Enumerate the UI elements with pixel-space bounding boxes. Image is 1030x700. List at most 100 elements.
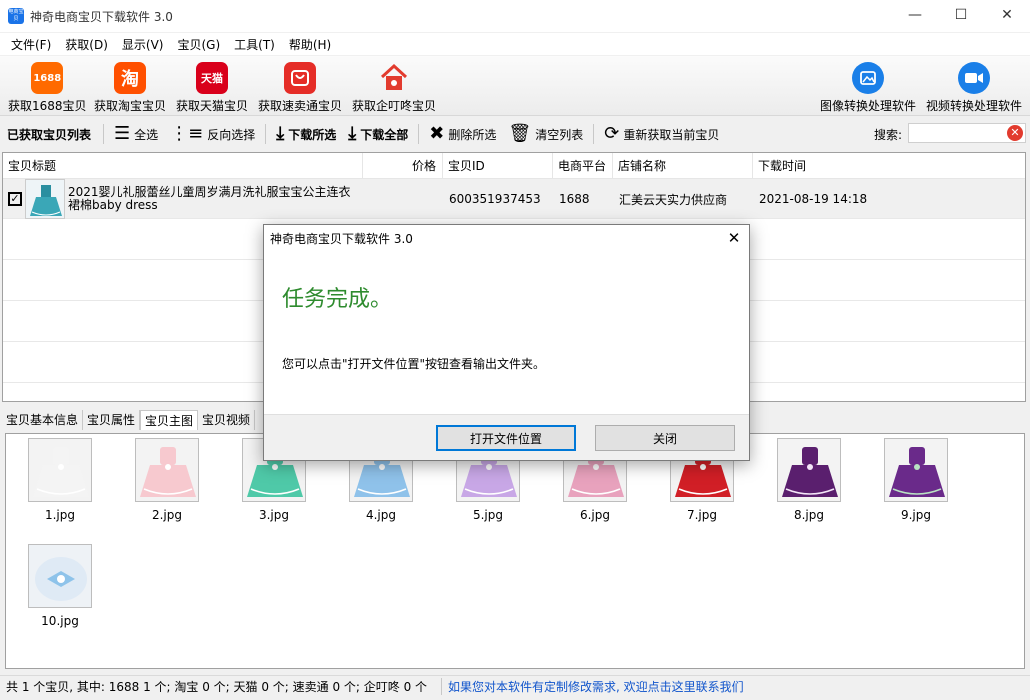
- menu-fetch[interactable]: 获取(D): [58, 36, 115, 53]
- image-filename: 7.jpg: [686, 508, 718, 522]
- download-all-label: 下载全部: [360, 127, 409, 142]
- image-filename: 5.jpg: [472, 508, 504, 522]
- search-clear-button[interactable]: ✕: [1007, 125, 1023, 141]
- dialog-heading: 任务完成。: [282, 287, 393, 312]
- fetch-taobao-label: 获取淘宝宝贝: [94, 99, 167, 113]
- image-filename: 8.jpg: [793, 508, 825, 522]
- tab-attributes[interactable]: 宝贝属性: [83, 410, 141, 430]
- fetch-aliexpress-button[interactable]: 获取速卖通宝贝: [258, 62, 342, 114]
- list-title: 已获取宝贝列表: [7, 127, 92, 142]
- tab-videos[interactable]: 宝贝视频: [198, 410, 256, 430]
- fetch-qidingdong-button[interactable]: 获取企叮咚宝贝: [352, 62, 436, 114]
- image-filename: 2.jpg: [151, 508, 183, 522]
- dialog-message: 您可以点击"打开文件位置"按钮查看输出文件夹。: [282, 357, 546, 371]
- delete-selected-button[interactable]: ✖ 删除所选: [423, 121, 502, 147]
- search-label: 搜索:: [874, 128, 903, 142]
- fetch-taobao-button[interactable]: 淘 获取淘宝宝贝: [94, 62, 166, 114]
- row-id: 600351937453: [449, 192, 541, 206]
- window-controls: — ☐ ✕: [892, 0, 1030, 30]
- invert-select-button[interactable]: ⋮≡ 反向选择: [164, 121, 261, 147]
- image-tool-label: 图像转换处理软件: [820, 99, 917, 113]
- video-tool-icon: [958, 62, 990, 94]
- main-images-panel: 1.jpg 2.jpg 3.jpg 4.jpg 5.jpg 6.jpg 7.jpg 8.jpg…: [5, 433, 1025, 669]
- image-filename: 3.jpg: [258, 508, 290, 522]
- toolbar-separator: [593, 124, 595, 144]
- row-title: 2021婴儿礼服蕾丝儿童周岁满月洗礼服宝宝公主连衣裙棉baby dress: [68, 185, 351, 212]
- video-tool-button[interactable]: 视频转换处理软件: [926, 62, 1022, 114]
- menu-help[interactable]: 帮助(H): [282, 36, 338, 53]
- image-item[interactable]: 2.jpg: [135, 438, 199, 522]
- window-title: 神奇电商宝贝下载软件 3.0: [30, 9, 173, 24]
- close-icon[interactable]: ✕: [984, 0, 1030, 30]
- row-platform: 1688: [559, 192, 590, 206]
- row-thumbnail: [25, 179, 65, 219]
- col-title[interactable]: 宝贝标题: [3, 153, 363, 179]
- table-header: 宝贝标题 价格 宝贝ID 电商平台 店铺名称 下载时间: [3, 153, 1025, 179]
- toolbar-separator: [265, 124, 267, 144]
- col-shop[interactable]: 店铺名称: [613, 153, 753, 179]
- menu-view[interactable]: 显示(V): [115, 36, 171, 53]
- x-icon: ✖: [429, 123, 445, 144]
- fetch-tmall-label: 获取天猫宝贝: [176, 99, 249, 113]
- fetch-aliexpress-label: 获取速卖通宝贝: [258, 99, 343, 113]
- select-all-button[interactable]: ☰ 全选: [108, 121, 164, 147]
- dialog-close-icon[interactable]: ✕: [719, 225, 749, 251]
- aliexpress-icon: [284, 62, 316, 94]
- list-toolbar: 已获取宝贝列表 ☰ 全选 ⋮≡ 反向选择 ⤓ 下载所选 ⤓ 下载全部 ✖ 删除所…: [0, 118, 1030, 150]
- image-filename: 6.jpg: [579, 508, 611, 522]
- status-summary: 共 1 个宝贝, 其中: 1688 1 个; 淘宝 0 个; 天猫 0 个; 速…: [6, 680, 428, 694]
- minimize-icon[interactable]: —: [892, 0, 938, 30]
- download-selected-label: 下载所选: [288, 127, 337, 142]
- image-thumbnail: [28, 544, 92, 608]
- menu-file[interactable]: 文件(F): [4, 36, 58, 53]
- app-window: 电商宝贝 神奇电商宝贝下载软件 3.0 — ☐ ✕ 文件(F) 获取(D) 显示…: [0, 0, 1030, 700]
- image-item[interactable]: 10.jpg: [28, 544, 92, 628]
- download-selected-button[interactable]: ⤓ 下载所选: [270, 121, 342, 147]
- image-tool-button[interactable]: 图像转换处理软件: [820, 62, 916, 114]
- image-filename: 1.jpg: [44, 508, 76, 522]
- col-price[interactable]: 价格: [363, 153, 443, 179]
- qidingdong-icon: [378, 62, 410, 94]
- title-bar: 电商宝贝 神奇电商宝贝下载软件 3.0 — ☐ ✕: [0, 0, 1030, 32]
- status-bar: 共 1 个宝贝, 其中: 1688 1 个; 淘宝 0 个; 天猫 0 个; 速…: [0, 675, 1030, 697]
- image-thumbnail: [28, 438, 92, 502]
- clear-list-button[interactable]: 🗑 清空列表: [502, 121, 589, 147]
- fetch-tmall-button[interactable]: 天猫 获取天猫宝贝: [176, 62, 248, 114]
- row-checkbox[interactable]: ✓: [8, 179, 22, 219]
- table-row[interactable]: ✓ 2021婴儿礼服蕾丝儿童周岁满月洗礼服宝宝公主连衣裙棉baby dress …: [3, 179, 1025, 219]
- col-time[interactable]: 下载时间: [753, 153, 1025, 179]
- select-all-label: 全选: [134, 127, 159, 142]
- app-icon: 电商宝贝: [8, 8, 24, 24]
- detail-tabs: 宝贝基本信息 宝贝属性 宝贝主图 宝贝视频: [2, 410, 256, 432]
- image-item[interactable]: 9.jpg: [884, 438, 948, 522]
- refresh-icon: ⟳: [604, 123, 620, 144]
- taobao-icon: 淘: [114, 62, 146, 94]
- download-icon: ⤓: [276, 123, 285, 144]
- maximize-icon[interactable]: ☐: [938, 0, 984, 30]
- image-filename: 4.jpg: [365, 508, 397, 522]
- fetch-qidingdong-label: 获取企叮咚宝贝: [352, 99, 437, 113]
- menu-goods[interactable]: 宝贝(G): [170, 36, 227, 53]
- video-tool-label: 视频转换处理软件: [926, 99, 1023, 113]
- tab-main-images[interactable]: 宝贝主图: [140, 410, 199, 430]
- col-platform[interactable]: 电商平台: [553, 153, 613, 179]
- refetch-button[interactable]: ⟳ 重新获取当前宝贝: [598, 121, 725, 147]
- source-toolbar: 1688 获取1688宝贝 淘 获取淘宝宝贝 天猫 获取天猫宝贝 获取速卖通宝贝…: [0, 56, 1030, 116]
- task-complete-dialog: 神奇电商宝贝下载软件 3.0 ✕ 任务完成。 您可以点击"打开文件位置"按钮查看…: [263, 224, 750, 461]
- toolbar-separator: [103, 124, 105, 144]
- tmall-icon: 天猫: [196, 62, 228, 94]
- dialog-body: 任务完成。 您可以点击"打开文件位置"按钮查看输出文件夹。: [264, 251, 749, 415]
- open-folder-button[interactable]: 打开文件位置: [436, 425, 576, 451]
- contact-link[interactable]: 如果您对本软件有定制修改需求, 欢迎点击这里联系我们: [441, 678, 744, 695]
- download-all-button[interactable]: ⤓ 下载全部: [342, 121, 414, 147]
- menu-bar: 文件(F) 获取(D) 显示(V) 宝贝(G) 工具(T) 帮助(H): [0, 33, 1030, 55]
- menu-tools[interactable]: 工具(T): [227, 36, 282, 53]
- col-id[interactable]: 宝贝ID: [443, 153, 553, 179]
- dialog-close-button[interactable]: 关闭: [595, 425, 735, 451]
- download-icon: ⤓: [348, 123, 357, 144]
- image-item[interactable]: 8.jpg: [777, 438, 841, 522]
- tab-basic-info[interactable]: 宝贝基本信息: [2, 410, 84, 430]
- fetch-1688-button[interactable]: 1688 获取1688宝贝: [8, 62, 87, 114]
- image-item[interactable]: 1.jpg: [28, 438, 92, 522]
- dialog-titlebar: 神奇电商宝贝下载软件 3.0 ✕: [264, 225, 749, 251]
